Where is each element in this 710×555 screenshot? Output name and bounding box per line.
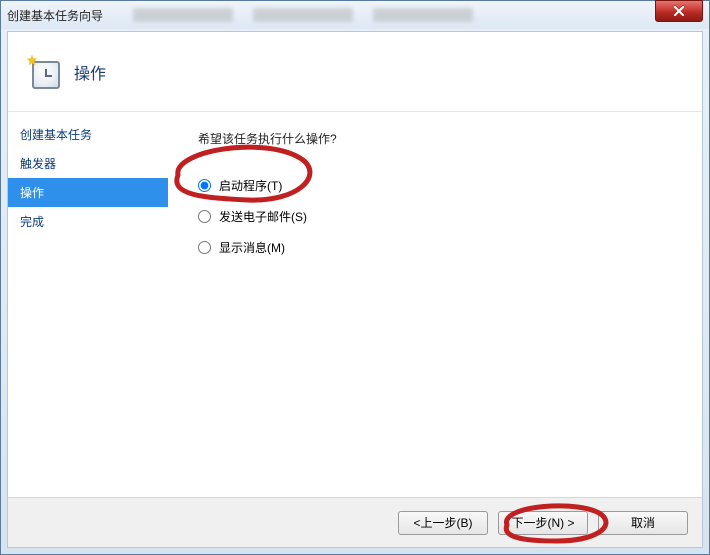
radio-start-program[interactable] — [198, 179, 211, 192]
close-icon — [673, 5, 685, 17]
radio-label[interactable]: 显示消息(M) — [219, 239, 285, 256]
prompt-text: 希望该任务执行什么操作? — [198, 130, 682, 147]
back-button[interactable]: <上一步(B) — [398, 511, 488, 535]
client-area: 操作 创建基本任务 触发器 操作 完成 希望该任务执行什么操作? 启动程序(T)… — [7, 31, 703, 548]
close-button[interactable] — [655, 0, 703, 22]
radio-label[interactable]: 发送电子邮件(S) — [219, 208, 307, 225]
sidebar-item-create-task[interactable]: 创建基本任务 — [8, 120, 168, 149]
sidebar-item-finish[interactable]: 完成 — [8, 207, 168, 236]
wizard-header: 操作 — [8, 32, 702, 112]
content-pane: 希望该任务执行什么操作? 启动程序(T) 发送电子邮件(S) 显示消息(M) — [168, 112, 702, 497]
wizard-footer: <上一步(B) 下一步(N) > 取消 — [8, 497, 702, 547]
option-start-program[interactable]: 启动程序(T) — [198, 177, 682, 194]
cancel-button[interactable]: 取消 — [598, 511, 688, 535]
radio-show-message[interactable] — [198, 241, 211, 254]
option-send-email[interactable]: 发送电子邮件(S) — [198, 208, 682, 225]
option-show-message[interactable]: 显示消息(M) — [198, 239, 682, 256]
wizard-window: 创建基本任务向导 操作 创建基本任务 触发器 操作 完成 希望该任务执行什么操 — [0, 0, 710, 555]
sidebar: 创建基本任务 触发器 操作 完成 — [8, 112, 168, 497]
titlebar: 创建基本任务向导 — [1, 1, 709, 29]
wizard-icon — [26, 55, 60, 89]
window-title: 创建基本任务向导 — [7, 7, 103, 24]
background-blur — [133, 8, 703, 22]
next-button[interactable]: 下一步(N) > — [498, 511, 588, 535]
radio-send-email[interactable] — [198, 210, 211, 223]
sidebar-item-trigger[interactable]: 触发器 — [8, 149, 168, 178]
sidebar-item-action[interactable]: 操作 — [8, 178, 168, 207]
radio-label[interactable]: 启动程序(T) — [219, 177, 282, 194]
page-title: 操作 — [74, 60, 106, 84]
wizard-body: 创建基本任务 触发器 操作 完成 希望该任务执行什么操作? 启动程序(T) 发送… — [8, 112, 702, 497]
